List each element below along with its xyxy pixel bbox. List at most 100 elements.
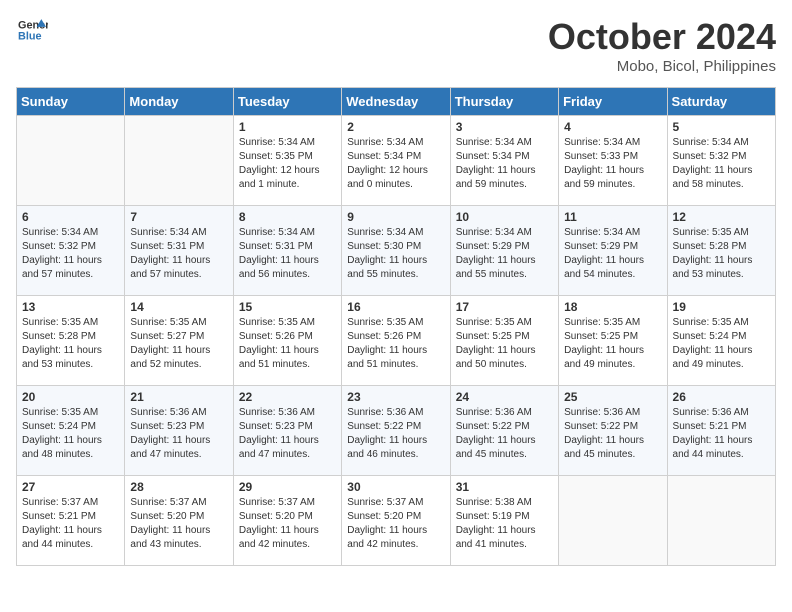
day-number: 31 — [456, 480, 553, 494]
day-info: Sunrise: 5:36 AM Sunset: 5:22 PM Dayligh… — [456, 406, 553, 462]
calendar-table: SundayMondayTuesdayWednesdayThursdayFrid… — [16, 87, 776, 566]
day-number: 17 — [456, 300, 553, 314]
day-number: 5 — [673, 120, 770, 134]
calendar-cell: 23 Sunrise: 5:36 AM Sunset: 5:22 PM Dayli… — [342, 386, 450, 476]
logo-icon: General Blue — [16, 16, 48, 44]
page-header: General Blue October 2024 Mobo, Bicol, P… — [16, 16, 776, 75]
day-info: Sunrise: 5:36 AM Sunset: 5:21 PM Dayligh… — [673, 406, 770, 462]
day-info: Sunrise: 5:35 AM Sunset: 5:25 PM Dayligh… — [564, 316, 661, 372]
calendar-cell: 26 Sunrise: 5:36 AM Sunset: 5:21 PM Dayli… — [667, 386, 775, 476]
day-number: 29 — [239, 480, 336, 494]
calendar-cell: 21 Sunrise: 5:36 AM Sunset: 5:23 PM Dayli… — [125, 386, 233, 476]
calendar-cell: 9 Sunrise: 5:34 AM Sunset: 5:30 PM Daylig… — [342, 206, 450, 296]
day-info: Sunrise: 5:34 AM Sunset: 5:34 PM Dayligh… — [347, 136, 444, 192]
day-number: 8 — [239, 210, 336, 224]
calendar-cell: 6Sunrise: 5:34 AM Sunset: 5:32 PM Daylig… — [17, 206, 125, 296]
calendar-cell: 15 Sunrise: 5:35 AM Sunset: 5:26 PM Dayli… — [233, 296, 341, 386]
day-number: 18 — [564, 300, 661, 314]
day-info: Sunrise: 5:34 AM Sunset: 5:29 PM Dayligh… — [564, 226, 661, 282]
calendar-cell: 8 Sunrise: 5:34 AM Sunset: 5:31 PM Daylig… — [233, 206, 341, 296]
calendar-cell: 5 Sunrise: 5:34 AM Sunset: 5:32 PM Daylig… — [667, 116, 775, 206]
calendar-week-5: 27 Sunrise: 5:37 AM Sunset: 5:21 PM Dayli… — [17, 476, 776, 566]
day-number: 25 — [564, 390, 661, 404]
day-info: Sunrise: 5:35 AM Sunset: 5:28 PM Dayligh… — [673, 226, 770, 282]
day-number: 6 — [22, 210, 119, 224]
day-info: Sunrise: 5:34 AM Sunset: 5:33 PM Dayligh… — [564, 136, 661, 192]
day-number: 4 — [564, 120, 661, 134]
day-number: 2 — [347, 120, 444, 134]
col-header-saturday: Saturday — [667, 88, 775, 116]
calendar-week-4: 20Sunrise: 5:35 AM Sunset: 5:24 PM Dayli… — [17, 386, 776, 476]
day-info: Sunrise: 5:35 AM Sunset: 5:24 PM Dayligh… — [673, 316, 770, 372]
day-number: 26 — [673, 390, 770, 404]
day-info: Sunrise: 5:34 AM Sunset: 5:32 PM Dayligh… — [673, 136, 770, 192]
day-number: 9 — [347, 210, 444, 224]
calendar-cell: 4 Sunrise: 5:34 AM Sunset: 5:33 PM Daylig… — [559, 116, 667, 206]
day-info: Sunrise: 5:35 AM Sunset: 5:26 PM Dayligh… — [239, 316, 336, 372]
day-number: 10 — [456, 210, 553, 224]
day-number: 22 — [239, 390, 336, 404]
day-number: 3 — [456, 120, 553, 134]
day-info: Sunrise: 5:35 AM Sunset: 5:28 PM Dayligh… — [22, 316, 119, 372]
day-info: Sunrise: 5:36 AM Sunset: 5:23 PM Dayligh… — [239, 406, 336, 462]
day-number: 23 — [347, 390, 444, 404]
calendar-week-3: 13 Sunrise: 5:35 AM Sunset: 5:28 PM Dayli… — [17, 296, 776, 386]
calendar-cell: 1 Sunrise: 5:34 AM Sunset: 5:35 PM Daylig… — [233, 116, 341, 206]
calendar-cell: 12 Sunrise: 5:35 AM Sunset: 5:28 PM Dayli… — [667, 206, 775, 296]
calendar-cell: 24 Sunrise: 5:36 AM Sunset: 5:22 PM Dayli… — [450, 386, 558, 476]
day-number: 27 — [22, 480, 119, 494]
day-number: 13 — [22, 300, 119, 314]
calendar-week-2: 6Sunrise: 5:34 AM Sunset: 5:32 PM Daylig… — [17, 206, 776, 296]
day-info: Sunrise: 5:37 AM Sunset: 5:21 PM Dayligh… — [22, 496, 119, 552]
day-info: Sunrise: 5:34 AM Sunset: 5:30 PM Dayligh… — [347, 226, 444, 282]
day-number: 19 — [673, 300, 770, 314]
calendar-cell: 29Sunrise: 5:37 AM Sunset: 5:20 PM Dayli… — [233, 476, 341, 566]
calendar-cell: 25 Sunrise: 5:36 AM Sunset: 5:22 PM Dayli… — [559, 386, 667, 476]
day-number: 30 — [347, 480, 444, 494]
day-number: 1 — [239, 120, 336, 134]
day-info: Sunrise: 5:35 AM Sunset: 5:24 PM Dayligh… — [22, 406, 119, 462]
col-header-monday: Monday — [125, 88, 233, 116]
day-info: Sunrise: 5:34 AM Sunset: 5:31 PM Dayligh… — [239, 226, 336, 282]
day-number: 21 — [130, 390, 227, 404]
col-header-wednesday: Wednesday — [342, 88, 450, 116]
calendar-cell: 28 Sunrise: 5:37 AM Sunset: 5:20 PM Dayli… — [125, 476, 233, 566]
day-number: 15 — [239, 300, 336, 314]
calendar-cell: 10 Sunrise: 5:34 AM Sunset: 5:29 PM Dayli… — [450, 206, 558, 296]
calendar-cell: 27 Sunrise: 5:37 AM Sunset: 5:21 PM Dayli… — [17, 476, 125, 566]
day-info: Sunrise: 5:34 AM Sunset: 5:31 PM Dayligh… — [130, 226, 227, 282]
calendar-cell: 3 Sunrise: 5:34 AM Sunset: 5:34 PM Daylig… — [450, 116, 558, 206]
month-title: October 2024 — [548, 16, 776, 58]
calendar-cell — [17, 116, 125, 206]
calendar-cell: 7Sunrise: 5:34 AM Sunset: 5:31 PM Daylig… — [125, 206, 233, 296]
calendar-cell — [667, 476, 775, 566]
logo: General Blue — [16, 16, 48, 44]
day-number: 14 — [130, 300, 227, 314]
day-info: Sunrise: 5:38 AM Sunset: 5:19 PM Dayligh… — [456, 496, 553, 552]
day-number: 24 — [456, 390, 553, 404]
calendar-body: 1 Sunrise: 5:34 AM Sunset: 5:35 PM Daylig… — [17, 116, 776, 566]
day-number: 12 — [673, 210, 770, 224]
calendar-cell: 16Sunrise: 5:35 AM Sunset: 5:26 PM Dayli… — [342, 296, 450, 386]
day-info: Sunrise: 5:37 AM Sunset: 5:20 PM Dayligh… — [347, 496, 444, 552]
day-info: Sunrise: 5:34 AM Sunset: 5:35 PM Dayligh… — [239, 136, 336, 192]
day-info: Sunrise: 5:34 AM Sunset: 5:34 PM Dayligh… — [456, 136, 553, 192]
day-info: Sunrise: 5:34 AM Sunset: 5:29 PM Dayligh… — [456, 226, 553, 282]
calendar-cell: 14Sunrise: 5:35 AM Sunset: 5:27 PM Dayli… — [125, 296, 233, 386]
day-info: Sunrise: 5:35 AM Sunset: 5:26 PM Dayligh… — [347, 316, 444, 372]
col-header-tuesday: Tuesday — [233, 88, 341, 116]
day-info: Sunrise: 5:37 AM Sunset: 5:20 PM Dayligh… — [130, 496, 227, 552]
day-info: Sunrise: 5:36 AM Sunset: 5:22 PM Dayligh… — [564, 406, 661, 462]
calendar-cell — [559, 476, 667, 566]
col-header-thursday: Thursday — [450, 88, 558, 116]
title-block: October 2024 Mobo, Bicol, Philippines — [548, 16, 776, 75]
calendar-cell: 22 Sunrise: 5:36 AM Sunset: 5:23 PM Dayli… — [233, 386, 341, 476]
day-info: Sunrise: 5:36 AM Sunset: 5:23 PM Dayligh… — [130, 406, 227, 462]
day-number: 28 — [130, 480, 227, 494]
calendar-cell: 11 Sunrise: 5:34 AM Sunset: 5:29 PM Dayli… — [559, 206, 667, 296]
day-number: 11 — [564, 210, 661, 224]
col-header-sunday: Sunday — [17, 88, 125, 116]
calendar-cell: 19 Sunrise: 5:35 AM Sunset: 5:24 PM Dayli… — [667, 296, 775, 386]
day-info: Sunrise: 5:36 AM Sunset: 5:22 PM Dayligh… — [347, 406, 444, 462]
day-info: Sunrise: 5:35 AM Sunset: 5:25 PM Dayligh… — [456, 316, 553, 372]
